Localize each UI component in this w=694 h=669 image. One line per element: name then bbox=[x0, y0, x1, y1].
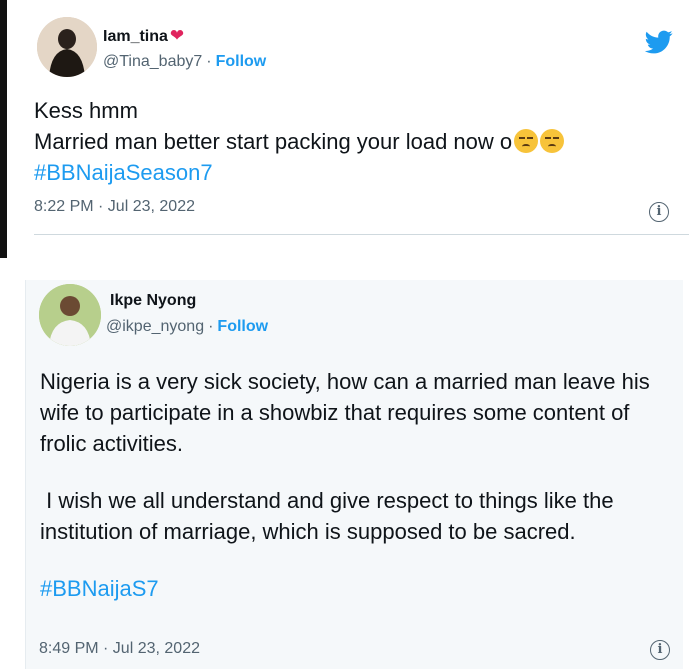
hashtag-link[interactable]: #BBNaijaS7 bbox=[40, 573, 680, 604]
username-handle[interactable]: @Tina_baby7 bbox=[103, 53, 202, 70]
follow-button[interactable]: Follow bbox=[217, 318, 268, 335]
twitter-bird-icon[interactable] bbox=[643, 28, 675, 56]
tweet-card-2[interactable]: Ikpe Nyong @ikpe_nyong · Follow Nigeria is… bbox=[25, 280, 683, 669]
display-name[interactable]: Ikpe Nyong bbox=[110, 292, 196, 310]
handle-line: @ikpe_nyong · Follow bbox=[106, 318, 269, 335]
follow-button[interactable]: Follow bbox=[216, 53, 267, 70]
left-edge-bar bbox=[0, 0, 7, 258]
avatar[interactable] bbox=[39, 284, 101, 346]
tweet-line: Kess hmm bbox=[34, 98, 138, 123]
tweet-text: Kess hmm Married man better start packin… bbox=[34, 95, 565, 188]
unamused-face-icon bbox=[540, 129, 565, 153]
handle-line: @Tina_baby7 · Follow bbox=[103, 53, 267, 70]
tweet-paragraph: I wish we all understand and give respec… bbox=[40, 488, 620, 544]
display-name[interactable]: Iam_tina ❤ bbox=[103, 26, 184, 46]
username-handle[interactable]: @ikpe_nyong bbox=[106, 318, 204, 335]
avatar[interactable] bbox=[37, 17, 97, 77]
divider bbox=[34, 234, 689, 235]
tweet-text: Nigeria is a very sick society, how can … bbox=[40, 366, 680, 604]
tweet-card-1[interactable]: Iam_tina ❤ @Tina_baby7 · Follow Kess hmm Ma… bbox=[7, 0, 694, 258]
tweet-paragraph: Nigeria is a very sick society, how can … bbox=[40, 369, 650, 456]
timestamp[interactable]: 8:49 PM · Jul 23, 2022 bbox=[39, 640, 200, 658]
info-icon[interactable]: i bbox=[650, 640, 670, 660]
timestamp[interactable]: 8:22 PM · Jul 23, 2022 bbox=[34, 198, 195, 216]
tweet-line-with-emoji: Married man better start packing your lo… bbox=[34, 126, 565, 157]
hashtag-link[interactable]: #BBNaijaSeason7 bbox=[34, 157, 564, 188]
heart-icon: ❤ bbox=[169, 26, 185, 45]
info-icon[interactable]: i bbox=[649, 202, 669, 222]
unamused-face-icon bbox=[514, 129, 539, 153]
